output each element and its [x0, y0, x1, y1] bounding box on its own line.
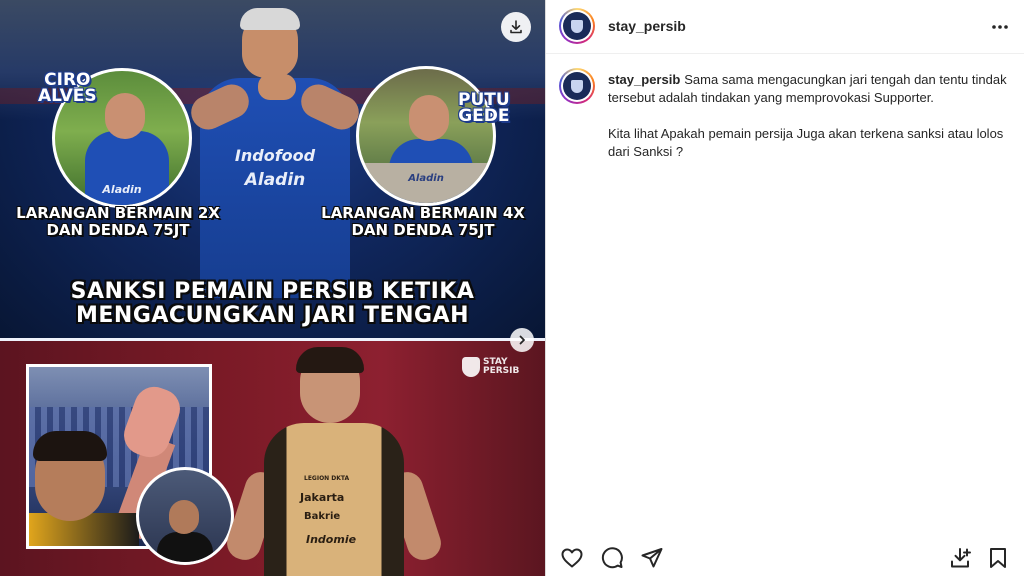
media-top-panel: Indofood Aladin Aladin Aladin CIRO ALVES…: [0, 0, 545, 340]
action-bar: [546, 540, 1024, 576]
bookmark-icon: [990, 548, 1006, 568]
right-sanction-caption: LARANGAN BERMAIN 4X DAN DENDA 75JT: [321, 204, 525, 239]
media-headline: SANKSI PEMAIN PERSIB KETIKA MENGACUNGKAN…: [70, 279, 475, 328]
download-save-button[interactable]: [947, 544, 975, 572]
post-caption: stay_persib Sama sama mengacungkan jari t…: [608, 71, 1008, 179]
chevron-right-icon: [519, 335, 525, 345]
shield-icon: [571, 19, 583, 33]
download-button[interactable]: [501, 12, 531, 42]
jersey-sponsor-aladin: Aladin: [244, 170, 306, 190]
circle-sponsor-left: Aladin: [102, 183, 142, 196]
post-media[interactable]: Indofood Aladin Aladin Aladin CIRO ALVES…: [0, 0, 545, 576]
jersey-sponsor-indomie: Indomie: [306, 533, 357, 546]
jersey-sponsor-jakarta: Jakarta: [300, 491, 345, 504]
more-options-button[interactable]: [988, 15, 1012, 39]
caption-username[interactable]: stay_persib: [608, 72, 680, 87]
caption-text-2: Kita lihat Apakah pemain persija Juga ak…: [608, 126, 1004, 159]
left-player-name: CIRO ALVES: [38, 70, 97, 106]
jersey-club-text: LEGION DKTA: [304, 475, 350, 482]
post-header: stay_persib: [546, 0, 1024, 54]
bookmark-button[interactable]: [984, 544, 1012, 572]
post-sidebar: stay_persib stay_persib Sama sama mengacu…: [545, 0, 1024, 576]
left-sanction-caption: LARANGAN BERMAIN 2X DAN DENDA 75JT: [16, 204, 220, 239]
comment-icon: [601, 547, 623, 569]
header-username[interactable]: stay_persib: [608, 18, 686, 34]
shield-icon: [462, 357, 480, 377]
avatar[interactable]: [559, 8, 595, 44]
download-icon: [510, 20, 522, 34]
putu-gede-photo: Aladin: [356, 66, 496, 206]
caption-avatar[interactable]: [559, 68, 595, 104]
main-player-image: Indofood Aladin: [185, 0, 365, 300]
shield-icon: [571, 79, 583, 93]
circle-sponsor-right: Aladin: [408, 173, 444, 184]
jersey-sponsor-bakrie: Bakrie: [304, 511, 341, 522]
heart-icon: [561, 548, 583, 568]
jersey-sponsor-indofood: Indofood: [234, 146, 316, 165]
right-player-name: PUTU GEDE: [458, 90, 510, 126]
share-button[interactable]: [638, 544, 666, 572]
like-button[interactable]: [558, 544, 586, 572]
more-horizontal-icon: [992, 25, 1008, 29]
carousel-next-button[interactable]: [510, 328, 534, 352]
persija-player-image: LEGION DKTA Jakarta Bakrie Indomie: [222, 347, 446, 576]
send-icon: [641, 548, 663, 568]
media-bottom-panel: LEGION DKTA Jakarta Bakrie Indomie STAY …: [0, 341, 545, 576]
download-save-icon: [951, 548, 971, 568]
stay-persib-watermark: STAY PERSIB: [462, 357, 519, 377]
referee-circle-photo: [136, 467, 234, 565]
comment-button[interactable]: [598, 544, 626, 572]
